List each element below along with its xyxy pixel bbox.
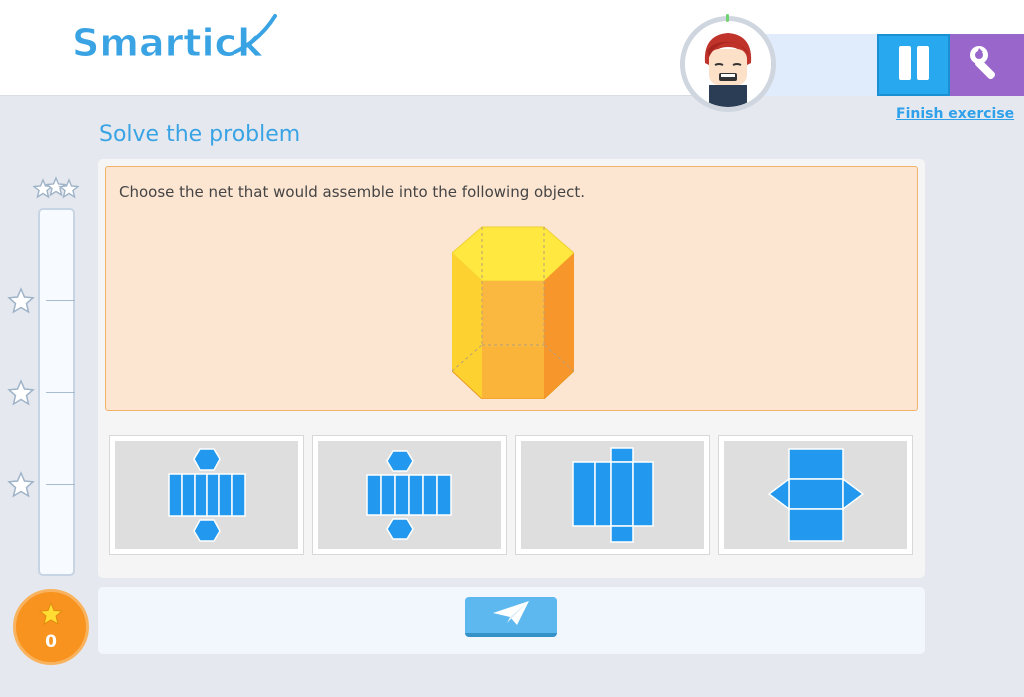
net-triangular-prism-icon	[724, 441, 907, 549]
option-a[interactable]	[110, 436, 303, 554]
pause-icon	[894, 43, 934, 87]
page-title: Solve the problem	[99, 122, 301, 147]
score-badge: 0	[13, 589, 89, 665]
net-rectangular-prism-icon	[521, 441, 704, 549]
avatar[interactable]	[680, 16, 776, 112]
milestone-star-icon	[7, 287, 35, 315]
finish-exercise-link[interactable]: Finish exercise	[896, 106, 1014, 122]
option-b[interactable]	[313, 436, 506, 554]
option-c[interactable]	[516, 436, 709, 554]
gold-star-icon	[38, 601, 64, 630]
score-value: 0	[45, 632, 57, 652]
pause-button[interactable]	[877, 34, 950, 96]
option-d[interactable]	[719, 436, 912, 554]
settings-button[interactable]	[950, 34, 1024, 96]
milestone-star-icon	[7, 379, 35, 407]
net-hexagonal-prism-icon	[115, 441, 298, 549]
milestone-star-icon	[7, 471, 35, 499]
three-stars-icon	[32, 174, 80, 204]
logo-text: Smartick	[72, 21, 263, 65]
question-text: Choose the net that would assemble into …	[119, 183, 585, 201]
submit-bar	[98, 587, 925, 654]
question-box: Choose the net that would assemble into …	[105, 166, 918, 411]
answer-options	[110, 436, 916, 554]
avatar-strip	[760, 34, 880, 96]
progress-tick	[46, 392, 75, 393]
progress-tick	[46, 300, 75, 301]
submit-button[interactable]	[465, 597, 557, 637]
wrench-icon	[967, 43, 1007, 87]
progress-tick	[46, 484, 75, 485]
smartick-logo: Smartick	[70, 10, 300, 70]
net-hexagonal-prism-variant-icon	[318, 441, 501, 549]
hexagonal-prism-image	[451, 225, 575, 400]
paper-plane-icon	[491, 599, 531, 631]
avatar-progress-marker	[726, 14, 729, 22]
